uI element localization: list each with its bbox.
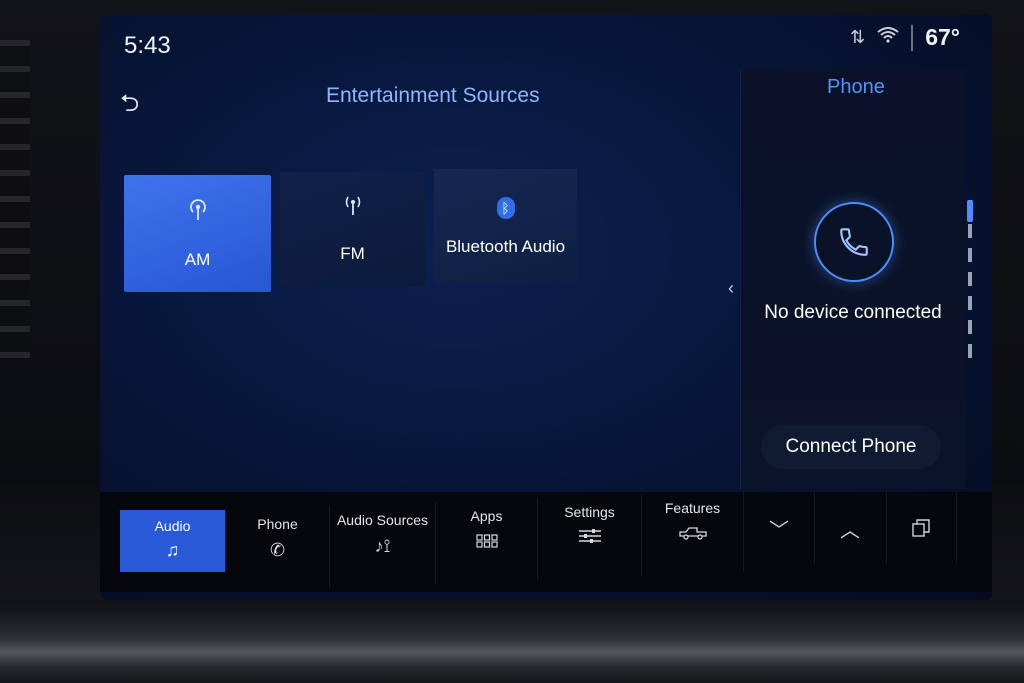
source-label: AM — [184, 249, 211, 269]
wifi-icon — [877, 27, 899, 48]
nav-label: Apps — [470, 508, 503, 524]
connect-phone-button[interactable]: Connect Phone — [761, 425, 941, 469]
clock: 5:43 — [124, 32, 171, 59]
phone-icon — [814, 202, 894, 282]
nav-item-phone[interactable]: Phone ✆ — [226, 506, 330, 588]
nav-item-audio[interactable]: Audio ♫ — [120, 510, 226, 572]
panel-collapse-chevron-icon[interactable]: ‹ — [728, 278, 734, 299]
source-label: Bluetooth Audio — [445, 236, 566, 256]
source-label: FM — [340, 244, 365, 263]
sliders-icon — [578, 528, 602, 549]
nav-label: Phone — [257, 516, 298, 532]
dashboard-trim — [0, 600, 1024, 683]
status-separator — [911, 24, 914, 51]
chevron-up-icon[interactable]: ︿ — [814, 492, 887, 564]
air-vent — [0, 40, 30, 360]
am-antenna-icon — [187, 198, 209, 228]
chevron-down-icon[interactable]: ﹀ — [744, 492, 815, 564]
source-tile-am[interactable]: AM — [124, 175, 271, 292]
page-title: Entertainment Sources — [326, 84, 540, 107]
bottom-nav-bar: Audio ♫ Phone ✆ Audio Sources ♪⟟ Apps Se… — [100, 490, 992, 592]
panel-scrollbar-thumb[interactable] — [967, 200, 973, 222]
nav-label: Settings — [564, 504, 615, 520]
status-bar: ⇅ 67° — [850, 24, 960, 51]
back-arrow-icon[interactable]: ⮌ — [120, 86, 139, 127]
wifi-icon-svg — [877, 27, 899, 43]
nav-item-settings[interactable]: Settings — [538, 494, 642, 576]
multi-window-icon[interactable] — [886, 492, 957, 564]
fm-antenna-icon — [341, 194, 365, 222]
panel-scrollbar[interactable] — [968, 200, 972, 360]
phone-panel: Phone No device connected Connect Phone — [740, 69, 965, 489]
phone-status-text: No device connected — [764, 302, 942, 323]
truck-icon — [678, 524, 707, 545]
source-tile-bluetooth-audio[interactable]: ᛒ Bluetooth Audio — [434, 169, 577, 283]
nav-label: Audio — [154, 518, 191, 534]
nav-label: Audio Sources — [336, 512, 429, 528]
apps-grid-icon — [475, 532, 498, 553]
nav-item-audio-sources[interactable]: Audio Sources ♪⟟ — [330, 502, 436, 584]
music-note-icon: ♫ — [165, 540, 180, 560]
audio-sources-icon: ♪⟟ — [374, 536, 391, 556]
phone-panel-title: Phone — [827, 76, 885, 98]
temperature: 67° — [925, 24, 960, 50]
infotainment-screen: 5:43 ⇅ 67° ⮌ Entertainment Sources AM FM… — [100, 14, 992, 600]
phone-icon: ✆ — [269, 540, 286, 560]
nav-label: Features — [664, 500, 721, 516]
source-tile-fm[interactable]: FM — [280, 172, 425, 286]
signal-arrows-icon: ⇅ — [850, 27, 866, 47]
bluetooth-icon: ᛒ — [496, 196, 515, 219]
nav-item-features[interactable]: Features — [642, 490, 744, 572]
nav-item-apps[interactable]: Apps — [436, 498, 538, 580]
